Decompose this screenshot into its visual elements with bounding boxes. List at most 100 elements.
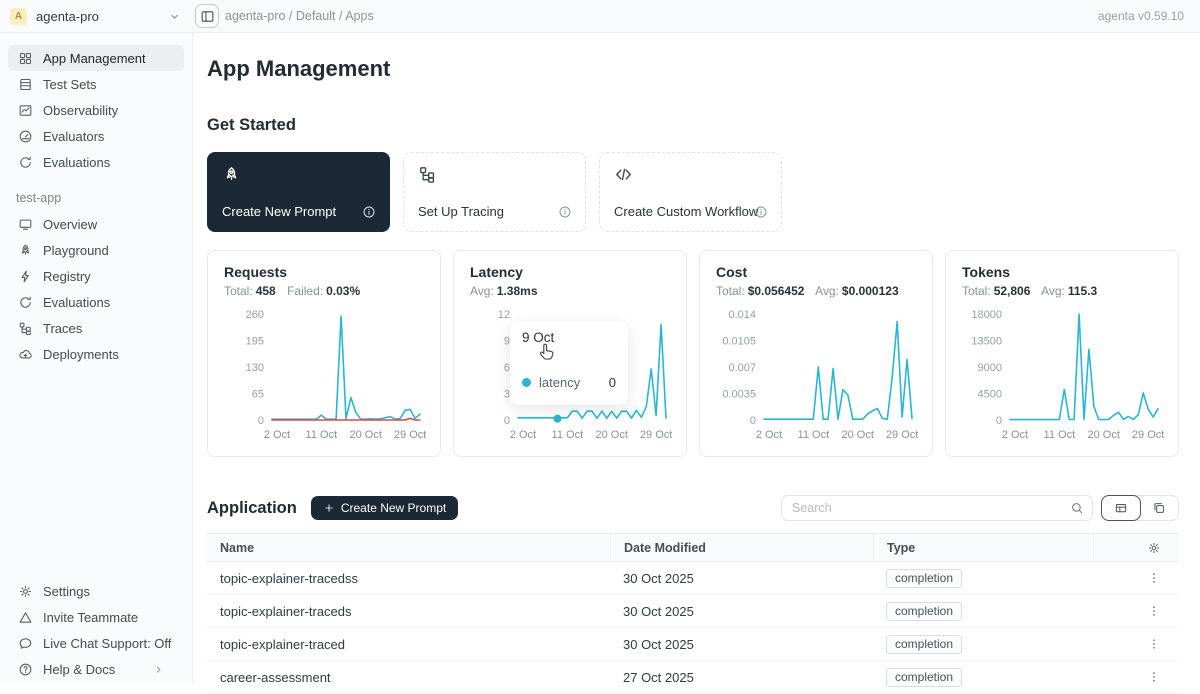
- chart-tooltip: 9 Oct latency 0: [510, 321, 628, 405]
- table-view-icon: [1114, 501, 1128, 515]
- cost-card: Cost Total:$0.056452 Avg:$0.000123 00.00…: [699, 250, 933, 457]
- top-bar: A agenta-pro agenta-pro / Default / Apps…: [0, 0, 1200, 33]
- requests-chart[interactable]: 0651301952602 Oct11 Oct20 Oct29 Oct: [224, 304, 424, 459]
- column-header-type[interactable]: Type: [873, 534, 1093, 561]
- sidebar-item-observability[interactable]: Observability: [8, 97, 184, 123]
- tokens-chart[interactable]: 04500900013500180002 Oct11 Oct20 Oct29 O…: [962, 304, 1162, 459]
- app-date: 30 Oct 2025: [610, 637, 873, 652]
- card-label: Create Custom Workflow: [614, 204, 758, 219]
- create-new-prompt-button[interactable]: Create New Prompt: [311, 496, 458, 520]
- tooltip-row: latency 0: [522, 375, 616, 390]
- table-row[interactable]: topic-explainer-traced 30 Oct 2025 compl…: [207, 628, 1179, 661]
- svg-text:0: 0: [996, 415, 1002, 427]
- svg-text:20 Oct: 20 Oct: [350, 429, 382, 441]
- application-title: Application: [207, 499, 297, 518]
- column-header-name[interactable]: Name: [207, 534, 610, 561]
- help-icon: [18, 662, 33, 677]
- table-header: Name Date Modified Type: [207, 533, 1179, 562]
- gear-icon: [18, 584, 33, 599]
- svg-text:20 Oct: 20 Oct: [842, 429, 874, 441]
- info-icon[interactable]: [558, 205, 572, 219]
- sidebar-item-settings[interactable]: Settings: [8, 578, 184, 604]
- app-date: 27 Oct 2025: [610, 670, 873, 685]
- svg-text:260: 260: [246, 309, 264, 321]
- sidebar-item-live-chat-support[interactable]: Live Chat Support: Off: [8, 630, 184, 656]
- chart-stats: Avg:1.38ms: [470, 284, 670, 298]
- svg-text:0: 0: [258, 415, 264, 427]
- svg-text:0.014: 0.014: [728, 309, 756, 321]
- svg-text:20 Oct: 20 Oct: [596, 429, 628, 441]
- chart-stats: Total:$0.056452 Avg:$0.000123: [716, 284, 916, 298]
- code-icon: [614, 165, 633, 184]
- row-menu-button[interactable]: [1147, 637, 1179, 651]
- sidebar-item-deployments[interactable]: Deployments: [8, 341, 184, 367]
- monitor-icon: [18, 217, 33, 232]
- sidebar-item-evaluators[interactable]: Evaluators: [8, 123, 184, 149]
- version-label: agenta v0.59.10: [1098, 9, 1184, 23]
- column-settings-button[interactable]: [1093, 534, 1179, 561]
- sidebar-item-label: Overview: [43, 217, 97, 232]
- sidebar: App Management Test Sets Observability E…: [0, 33, 193, 684]
- svg-text:18000: 18000: [971, 309, 1002, 321]
- info-icon[interactable]: [362, 205, 376, 219]
- row-menu-button[interactable]: [1147, 571, 1179, 585]
- table-row[interactable]: topic-explainer-traceds 30 Oct 2025 comp…: [207, 595, 1179, 628]
- project-nav: Overview Playground Registry Evaluations…: [0, 211, 192, 367]
- svg-text:13500: 13500: [971, 336, 1002, 348]
- type-badge: completion: [886, 635, 962, 654]
- sidebar-item-playground[interactable]: Playground: [8, 237, 184, 263]
- sidebar-item-label: Traces: [43, 321, 82, 336]
- sidebar-item-overview[interactable]: Overview: [8, 211, 184, 237]
- sidebar-item-evaluations[interactable]: Evaluations: [8, 149, 184, 175]
- type-badge: completion: [886, 602, 962, 621]
- create-new-prompt-card[interactable]: Create New Prompt: [207, 152, 390, 232]
- svg-text:11 Oct: 11 Oct: [798, 429, 830, 441]
- row-menu-button[interactable]: [1147, 604, 1179, 618]
- search-box[interactable]: [781, 495, 1093, 521]
- sidebar-item-help-docs[interactable]: Help & Docs: [8, 656, 184, 682]
- search-icon[interactable]: [1070, 501, 1084, 515]
- table-row[interactable]: career-assessment 27 Oct 2025 completion: [207, 661, 1179, 694]
- requests-card: Requests Total:458 Failed:0.03% 06513019…: [207, 250, 441, 457]
- workspace-selector[interactable]: A agenta-pro: [0, 8, 193, 25]
- info-icon[interactable]: [754, 205, 768, 219]
- svg-text:4500: 4500: [978, 389, 1002, 401]
- sidebar-toggle-button[interactable]: [195, 4, 219, 28]
- svg-text:2 Oct: 2 Oct: [510, 429, 536, 441]
- create-custom-workflow-card[interactable]: Create Custom Workflow: [599, 152, 782, 232]
- main-content: App Management Get Started Create New Pr…: [193, 33, 1200, 684]
- sidebar-item-test-sets[interactable]: Test Sets: [8, 71, 184, 97]
- tree-icon: [418, 165, 437, 184]
- sidebar-item-project-evaluations[interactable]: Evaluations: [8, 289, 184, 315]
- sidebar-item-label: Evaluations: [43, 155, 110, 170]
- row-menu-button[interactable]: [1147, 670, 1179, 684]
- cost-chart[interactable]: 00.00350.0070.01050.0142 Oct11 Oct20 Oct…: [716, 304, 916, 459]
- type-badge: completion: [886, 569, 962, 588]
- set-up-tracing-card[interactable]: Set Up Tracing: [403, 152, 586, 232]
- table-row[interactable]: topic-explainer-tracedss 30 Oct 2025 com…: [207, 562, 1179, 595]
- table-view-button[interactable]: [1101, 495, 1141, 521]
- applications-table: Name Date Modified Type topic-explainer-…: [207, 533, 1179, 694]
- sidebar-item-traces[interactable]: Traces: [8, 315, 184, 341]
- card-label: Set Up Tracing: [418, 204, 504, 219]
- tokens-card: Tokens Total:52,806 Avg:115.3 0450090001…: [945, 250, 1179, 457]
- mouse-cursor-icon: [536, 341, 558, 363]
- column-header-date-modified[interactable]: Date Modified: [610, 534, 873, 561]
- svg-text:11 Oct: 11 Oct: [552, 429, 584, 441]
- latency-card: Latency Avg:1.38ms 0369122 Oct11 Oct20 O…: [453, 250, 687, 457]
- sidebar-item-app-management[interactable]: App Management: [8, 45, 184, 71]
- svg-text:2 Oct: 2 Oct: [756, 429, 782, 441]
- sidebar-item-label: Playground: [43, 243, 109, 258]
- sidebar-item-registry[interactable]: Registry: [8, 263, 184, 289]
- page-title: App Management: [207, 55, 1179, 83]
- svg-text:29 Oct: 29 Oct: [640, 429, 672, 441]
- search-input[interactable]: [792, 501, 1070, 515]
- svg-text:9000: 9000: [978, 362, 1002, 374]
- card-view-button[interactable]: [1140, 496, 1178, 520]
- button-label: Create New Prompt: [341, 501, 446, 515]
- refresh-icon: [18, 155, 33, 170]
- sidebar-item-invite-teammate[interactable]: Invite Teammate: [8, 604, 184, 630]
- sidebar-item-label: Help & Docs: [43, 662, 115, 677]
- svg-text:29 Oct: 29 Oct: [886, 429, 918, 441]
- chart-stats: Total:52,806 Avg:115.3: [962, 284, 1162, 298]
